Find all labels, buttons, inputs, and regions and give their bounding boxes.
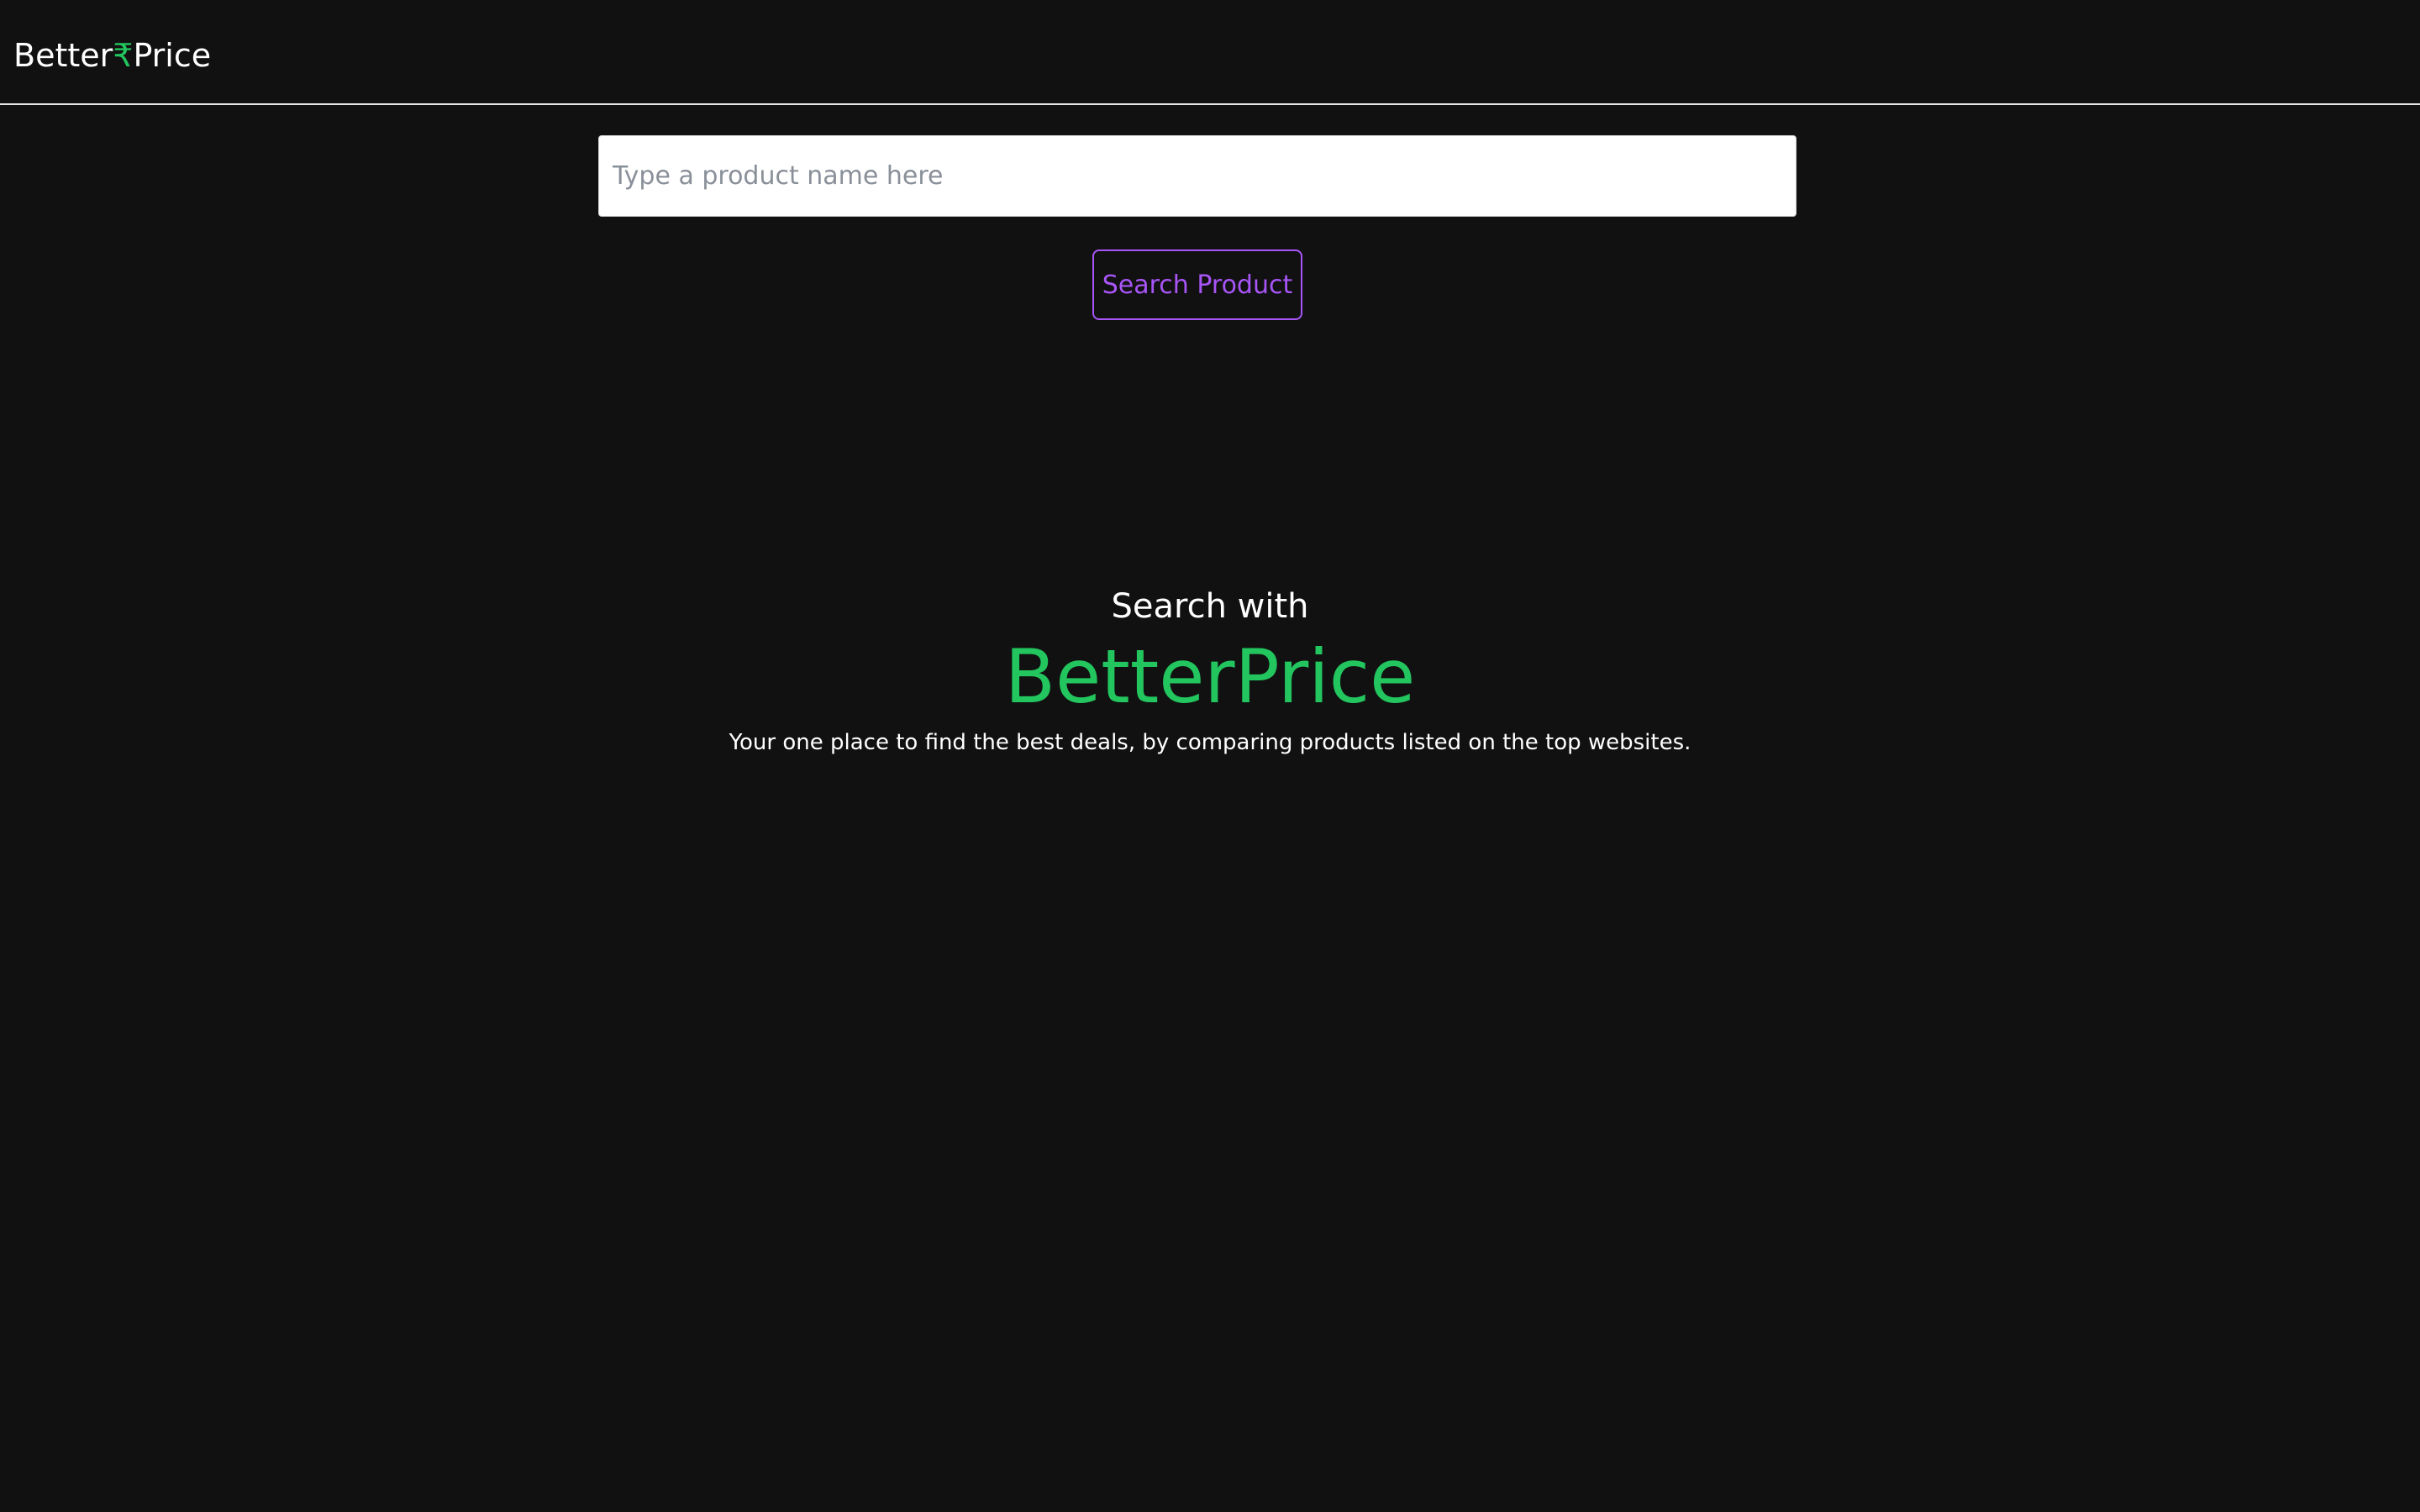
hero-tagline: Your one place to find the best deals, b…: [729, 730, 1691, 755]
search-input[interactable]: [598, 135, 1797, 217]
hero-title: BetterPrice: [1004, 633, 1416, 720]
rupee-icon: ₹: [113, 37, 134, 74]
search-product-button[interactable]: Search Product: [1092, 249, 1302, 320]
hero-kicker: Search with: [1111, 587, 1309, 626]
brand-suffix: Price: [133, 37, 212, 74]
brand-prefix: Better: [13, 37, 113, 74]
navbar: Better₹Price: [0, 0, 2420, 105]
hero-section: Search with BetterPrice Your one place t…: [0, 580, 2420, 759]
brand-logo[interactable]: Better₹Price: [13, 32, 211, 79]
